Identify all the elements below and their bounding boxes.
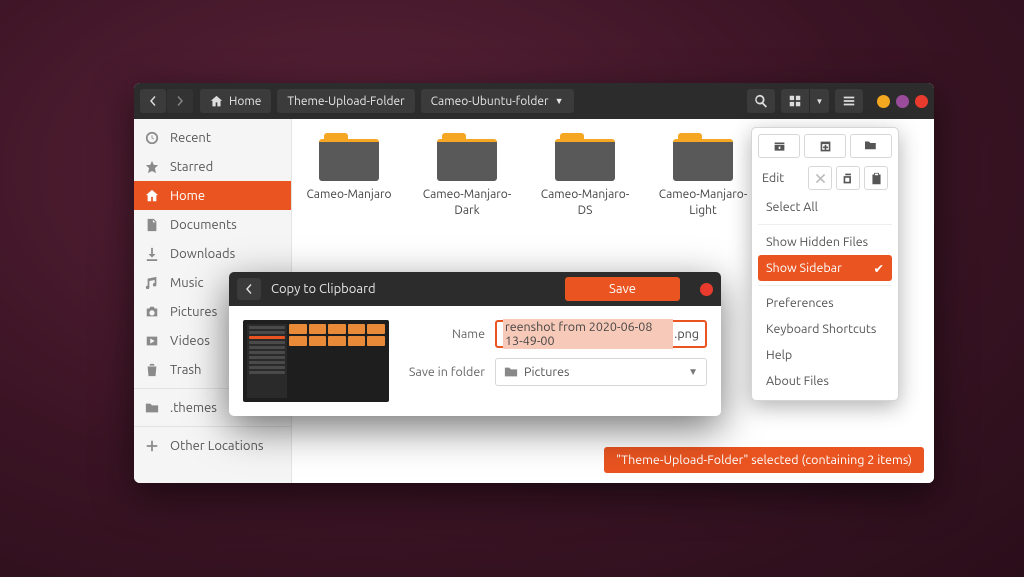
sidebar-item-label: Home — [170, 189, 205, 203]
folder-label: Cameo-Manjaro-Light — [658, 187, 748, 218]
nav-forward-button[interactable] — [167, 89, 193, 113]
sidebar-item-label: Downloads — [170, 247, 235, 261]
search-button[interactable] — [747, 89, 775, 113]
maximize-button[interactable] — [896, 95, 909, 108]
sidebar-item-label: Pictures — [170, 305, 217, 319]
view-dropdown-button[interactable]: ▼ — [809, 89, 829, 113]
status-bar: "Theme-Upload-Folder" selected (containi… — [604, 447, 924, 473]
screenshot-thumbnail — [243, 320, 389, 402]
home-icon — [144, 188, 160, 204]
menu-show-hidden[interactable]: Show Hidden Files — [758, 229, 892, 255]
folder-item[interactable]: Cameo-Manjaro-DS — [540, 133, 630, 218]
plus-icon — [144, 438, 160, 454]
folder-label: Cameo-Manjaro-Dark — [422, 187, 512, 218]
screenshot-save-dialog: Copy to Clipboard Save Name reenshot fro… — [229, 272, 721, 416]
filename-input[interactable]: reenshot from 2020-06-08 13-49-00.png — [495, 320, 707, 348]
sidebar-item-recent[interactable]: Recent — [134, 123, 291, 152]
folder-icon — [673, 133, 733, 181]
dialog-title: Copy to Clipboard — [271, 282, 376, 296]
folder-icon — [555, 133, 615, 181]
save-folder-label: Pictures — [524, 365, 569, 379]
menu-select-all[interactable]: Select All — [758, 194, 892, 220]
folder-label: Cameo-Manjaro-DS — [540, 187, 630, 218]
nav-back-button[interactable] — [140, 89, 166, 113]
folder-label: Cameo-Manjaro — [304, 187, 394, 203]
sidebar-item-label: Other Locations — [170, 439, 264, 453]
menu-separator — [758, 285, 892, 286]
main-menu-popover: Edit Select All Show Hidden Files Show S… — [751, 127, 899, 401]
check-icon: ✔ — [874, 261, 884, 276]
titlebar: Home Theme-Upload-Folder Cameo-Ubuntu-fo… — [134, 83, 934, 119]
folder-icon — [504, 365, 518, 379]
trash-icon — [144, 362, 160, 378]
folder-icon — [144, 400, 160, 416]
view-mode-button[interactable] — [781, 89, 809, 113]
cut-button[interactable] — [808, 166, 832, 190]
chevron-down-icon: ▼ — [555, 96, 564, 106]
save-button[interactable]: Save — [565, 277, 680, 301]
filename-extension: .png — [674, 327, 699, 341]
menu-help[interactable]: Help — [758, 342, 892, 368]
home-icon — [210, 95, 223, 108]
sidebar-item-label: Starred — [170, 160, 213, 174]
dialog-close-button[interactable] — [700, 283, 713, 296]
menu-about[interactable]: About Files — [758, 368, 892, 394]
minimize-button[interactable] — [877, 95, 890, 108]
menu-show-sidebar[interactable]: Show Sidebar ✔ — [758, 255, 892, 281]
chevron-down-icon: ▼ — [816, 97, 824, 106]
folder-item[interactable]: Cameo-Manjaro-Light — [658, 133, 748, 218]
save-folder-select[interactable]: Pictures ▼ — [495, 358, 707, 386]
download-icon — [144, 246, 160, 262]
folder-item[interactable]: Cameo-Manjaro-Dark — [422, 133, 512, 218]
menu-shortcuts[interactable]: Keyboard Shortcuts — [758, 316, 892, 342]
document-icon — [144, 217, 160, 233]
breadcrumb-folder-2[interactable]: Cameo-Ubuntu-folder ▼ — [421, 89, 574, 113]
chevron-down-icon: ▼ — [688, 366, 698, 378]
breadcrumb-home-label: Home — [229, 95, 261, 108]
menu-edit-label: Edit — [762, 171, 804, 185]
music-icon — [144, 275, 160, 291]
dialog-header: Copy to Clipboard Save — [229, 272, 721, 306]
sidebar-item-label: Videos — [170, 334, 210, 348]
clock-icon — [144, 130, 160, 146]
window-controls — [877, 95, 928, 108]
save-in-label: Save in folder — [405, 365, 495, 379]
menu-preferences[interactable]: Preferences — [758, 290, 892, 316]
sidebar-separator — [134, 426, 291, 427]
folder-icon — [437, 133, 497, 181]
new-window-button[interactable] — [804, 134, 846, 158]
hamburger-menu-button[interactable] — [835, 89, 863, 113]
star-icon — [144, 159, 160, 175]
sidebar-item-label: .themes — [170, 401, 217, 415]
close-button[interactable] — [915, 95, 928, 108]
dialog-back-button[interactable] — [237, 278, 261, 300]
menu-separator — [758, 224, 892, 225]
sidebar-item-starred[interactable]: Starred — [134, 152, 291, 181]
camera-icon — [144, 304, 160, 320]
copy-button[interactable] — [836, 166, 860, 190]
sidebar-item-home[interactable]: Home — [134, 181, 291, 210]
paste-button[interactable] — [864, 166, 888, 190]
breadcrumb-folder-1[interactable]: Theme-Upload-Folder — [277, 89, 414, 113]
sidebar-item-label: Documents — [170, 218, 237, 232]
sidebar-item-downloads[interactable]: Downloads — [134, 239, 291, 268]
filename-selected-text: reenshot from 2020-06-08 13-49-00 — [503, 319, 673, 349]
breadcrumb-home[interactable]: Home — [200, 89, 271, 113]
new-tab-button[interactable] — [758, 134, 800, 158]
folder-item[interactable]: Cameo-Manjaro — [304, 133, 394, 218]
sidebar-item-label: Recent — [170, 131, 211, 145]
folder-icon — [319, 133, 379, 181]
sidebar-item-other-locations[interactable]: Other Locations — [134, 431, 291, 460]
sidebar-item-label: Music — [170, 276, 204, 290]
sidebar-item-label: Trash — [170, 363, 201, 377]
sidebar-item-documents[interactable]: Documents — [134, 210, 291, 239]
video-icon — [144, 333, 160, 349]
name-label: Name — [405, 327, 495, 341]
new-folder-button[interactable] — [850, 134, 892, 158]
